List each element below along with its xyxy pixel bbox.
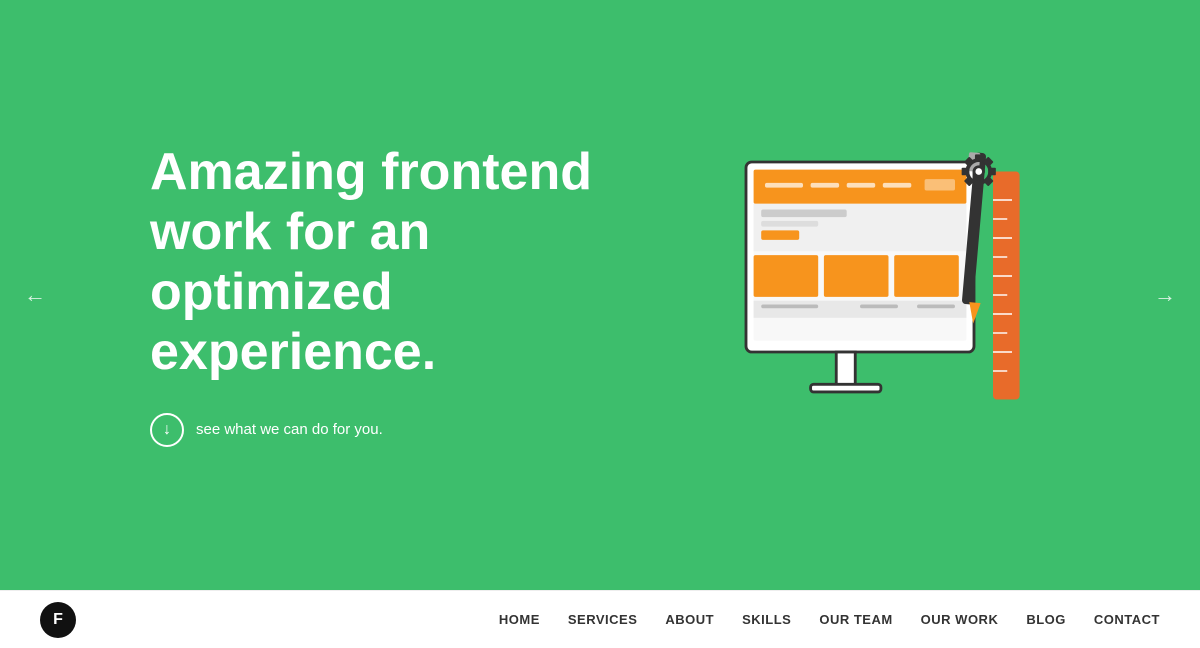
nav-link-blog[interactable]: BLOG [1026, 612, 1066, 627]
right-arrow-icon: → [1154, 282, 1176, 307]
hero-title: Amazing frontend work for an optimized e… [150, 143, 610, 382]
logo: F [40, 602, 76, 638]
scroll-down-icon[interactable]: ↓ [150, 413, 184, 447]
cta-text: see what we can do for you. [196, 421, 383, 438]
hero-section: ← Amazing frontend work for an optimized… [0, 0, 1200, 590]
nav-link-services[interactable]: SERVICES [568, 612, 638, 627]
nav-link-our-team[interactable]: OUR TEAM [819, 612, 892, 627]
nav-link-our-work[interactable]: OUR WORK [921, 612, 999, 627]
hero-text-block: Amazing frontend work for an optimized e… [150, 143, 610, 446]
hero-illustration [670, 105, 1050, 485]
logo-letter: F [53, 611, 63, 629]
bottom-nav-bar: F HOME SERVICES ABOUT SKILLS OUR TEAM OUR WOR… [0, 590, 1200, 648]
next-arrow[interactable]: → [1154, 282, 1176, 308]
nav-link-contact[interactable]: CONTACT [1094, 612, 1160, 627]
prev-arrow[interactable]: ← [24, 282, 46, 308]
nav-link-skills[interactable]: SKILLS [742, 612, 791, 627]
hero-cta[interactable]: ↓ see what we can do for you. [150, 413, 610, 447]
nav-link-home[interactable]: HOME [499, 612, 540, 627]
left-arrow-icon: ← [24, 282, 46, 307]
nav-link-about[interactable]: ABOUT [665, 612, 714, 627]
nav-links: HOME SERVICES ABOUT SKILLS OUR TEAM OUR WORK B… [499, 612, 1160, 627]
